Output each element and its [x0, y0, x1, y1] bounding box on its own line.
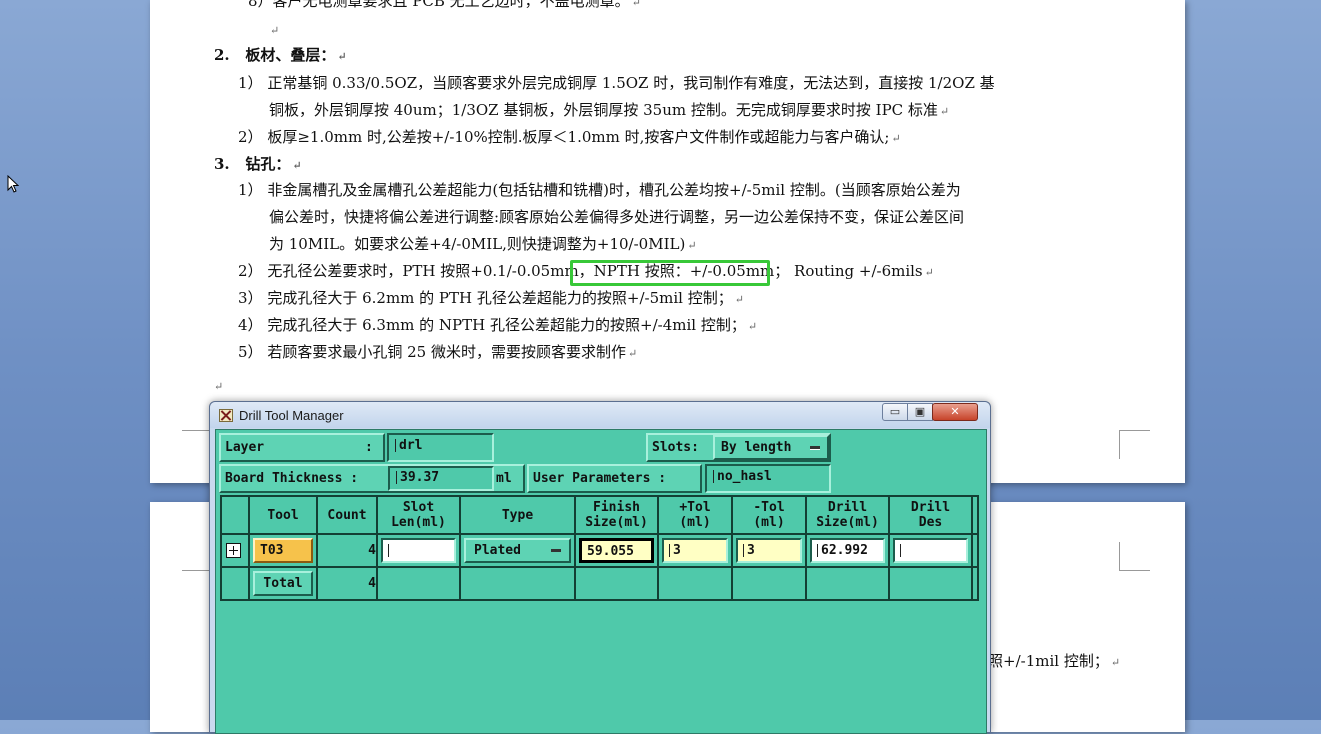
board-thickness-field[interactable]: 39.37 — [388, 466, 494, 491]
plus-tol-field[interactable]: 3 — [662, 538, 728, 563]
tool-table: Tool Count Slot Len(ml) Type Finish Size(m… — [220, 495, 979, 601]
list-number: 4） — [238, 316, 263, 334]
list-number: 2） — [238, 262, 263, 280]
maximize-button[interactable]: ▣ — [907, 403, 933, 421]
tool-count: 4 — [316, 533, 378, 568]
user-parameters-button[interactable]: User Parameters : — [527, 464, 702, 493]
paragraph-mark: ↵ — [1110, 656, 1121, 669]
dropdown-indicator-icon — [810, 446, 820, 450]
paragraph-mark: ↵ — [214, 380, 224, 393]
list-number: 1） — [238, 74, 263, 92]
layer-field[interactable]: drl — [387, 433, 494, 462]
paragraph-mark: ↵ — [631, 0, 641, 9]
table-header-row: Tool Count Slot Len(ml) Type Finish Size(m… — [220, 495, 979, 535]
paragraph-mark: ↵ — [687, 239, 697, 252]
text-caret — [817, 544, 818, 557]
heading-3: 3. 钻孔： ↵ — [214, 155, 302, 173]
text-caret — [743, 544, 744, 557]
table-total-row: Total 4 — [220, 566, 979, 601]
paragraph-mark: ↵ — [891, 132, 901, 145]
column-header-type: Type — [459, 495, 576, 535]
paragraph-mark: ↵ — [292, 159, 302, 172]
paragraph-mark: ↵ — [627, 347, 638, 360]
doc-page2-fragment: 照+/-1mil 控制； — [988, 652, 1109, 670]
drill-size-field[interactable]: 62.992 — [810, 538, 885, 563]
expand-plus-icon[interactable] — [226, 543, 241, 558]
finish-size-field[interactable]: 59.055 — [579, 538, 654, 563]
paragraph-mark: ↵ — [939, 105, 950, 118]
column-header-finish-size: Finish Size(ml) — [574, 495, 659, 535]
app-icon — [219, 409, 233, 422]
list-number: 2） — [238, 128, 263, 146]
doc-paragraph-3-1b: 偏公差时，快捷将偏公差进行调整:顾客原始公差偏得多处进行调整，另一边公差保持不变… — [269, 208, 965, 226]
paragraph-mark: ↵ — [924, 266, 934, 279]
column-header-plus-tol: +Tol (ml) — [657, 495, 733, 535]
layer-label: Layer : — [219, 433, 385, 462]
column-header-count: Count — [316, 495, 378, 535]
board-thickness-unit: ml — [496, 471, 512, 486]
list-number: 3） — [238, 289, 263, 307]
column-header-overflow — [971, 495, 979, 535]
table-row: T03 4 Plated 59.055 3 3 62.992 — [220, 533, 979, 568]
slot-len-field[interactable] — [381, 538, 456, 563]
type-dropdown[interactable]: Plated — [464, 538, 571, 563]
paragraph-mark: ↵ — [270, 24, 280, 37]
doc-paragraph-2-1b: 铜板，外层铜厚按 40um；1/3OZ 基铜板，外层铜厚按 35um 控制。无完… — [269, 101, 938, 119]
user-parameters-field[interactable]: no_hasl — [705, 464, 831, 493]
doc-paragraph-3-3: 完成孔径大于 6.2mm 的 PTH 孔径公差超能力的按照+/-5mil 控制； — [267, 289, 733, 307]
total-button[interactable]: Total — [253, 571, 313, 596]
doc-paragraph-3-1c: 为 10MIL。如要求公差+4/-0MIL,则快捷调整为+10/-0MIL) — [269, 235, 686, 253]
list-number: 1） — [238, 181, 263, 199]
text-caret — [396, 471, 397, 484]
paragraph-mark: ↵ — [734, 293, 744, 306]
list-number: 5） — [238, 343, 263, 361]
drill-des-field[interactable] — [893, 538, 968, 563]
text-caret — [388, 544, 389, 557]
window-titlebar[interactable]: Drill Tool Manager ▭ ▣ ✕ — [210, 402, 990, 428]
doc-paragraph-3-5: 若顾客要求最小孔铜 25 微米时，需要按顾客要求制作 — [267, 343, 626, 361]
crop-mark — [1119, 430, 1150, 459]
highlight-annotation-box — [570, 260, 770, 286]
doc-paragraph-2-2: 板厚≥1.0mm 时,公差按+/-10%控制.板厚＜1.0mm 时,按客户文件制… — [267, 128, 890, 146]
text-caret — [669, 544, 670, 557]
window-title: Drill Tool Manager — [239, 408, 344, 423]
crop-mark — [182, 430, 210, 431]
slots-dropdown[interactable]: By length — [713, 435, 829, 460]
heading-2: 2. 板材、叠层： ↵ — [214, 46, 347, 64]
column-header-drill-des: Drill Des — [888, 495, 973, 535]
close-button[interactable]: ✕ — [932, 403, 978, 421]
drill-tool-manager-window[interactable]: Drill Tool Manager ▭ ▣ ✕ Layer : drl Slo… — [209, 401, 991, 734]
window-client-area: Layer : drl Slots: By length Board Thick… — [215, 429, 987, 734]
doc-paragraph-2-1a: 正常基铜 0.33/0.5OZ，当顾客要求外层完成铜厚 1.5OZ 时，我司制作… — [267, 74, 995, 92]
mouse-cursor-icon — [7, 175, 19, 193]
column-header-minus-tol: -Tol (ml) — [731, 495, 807, 535]
text-caret — [395, 439, 396, 452]
header-expander-col — [220, 495, 250, 535]
doc-paragraph-3-1a: 非金属槽孔及金属槽孔公差超能力(包括钻槽和铣槽)时，槽孔公差均按+/-5mil … — [267, 181, 961, 199]
paragraph-mark: ↵ — [747, 320, 758, 333]
minus-tol-field[interactable]: 3 — [736, 538, 802, 563]
column-header-slot-len: Slot Len(ml) — [376, 495, 461, 535]
total-count: 4 — [316, 566, 378, 601]
tool-button[interactable]: T03 — [253, 538, 313, 563]
text-caret — [713, 470, 714, 483]
column-header-drill-size: Drill Size(ml) — [805, 495, 890, 535]
paragraph-mark: ↵ — [337, 50, 347, 63]
column-header-tool: Tool — [248, 495, 318, 535]
crop-mark — [182, 542, 210, 571]
crop-mark — [1119, 542, 1150, 571]
doc-line-8: 8）客户无电测章要求且 PCB 无工艺边时，不盖电测章。 — [248, 0, 630, 10]
text-caret — [900, 544, 901, 557]
doc-paragraph-3-4: 完成孔径大于 6.3mm 的 NPTH 孔径公差超能力的按照+/-4mil 控制… — [267, 316, 746, 334]
minimize-button[interactable]: ▭ — [882, 403, 908, 421]
dropdown-indicator-icon — [551, 549, 561, 552]
